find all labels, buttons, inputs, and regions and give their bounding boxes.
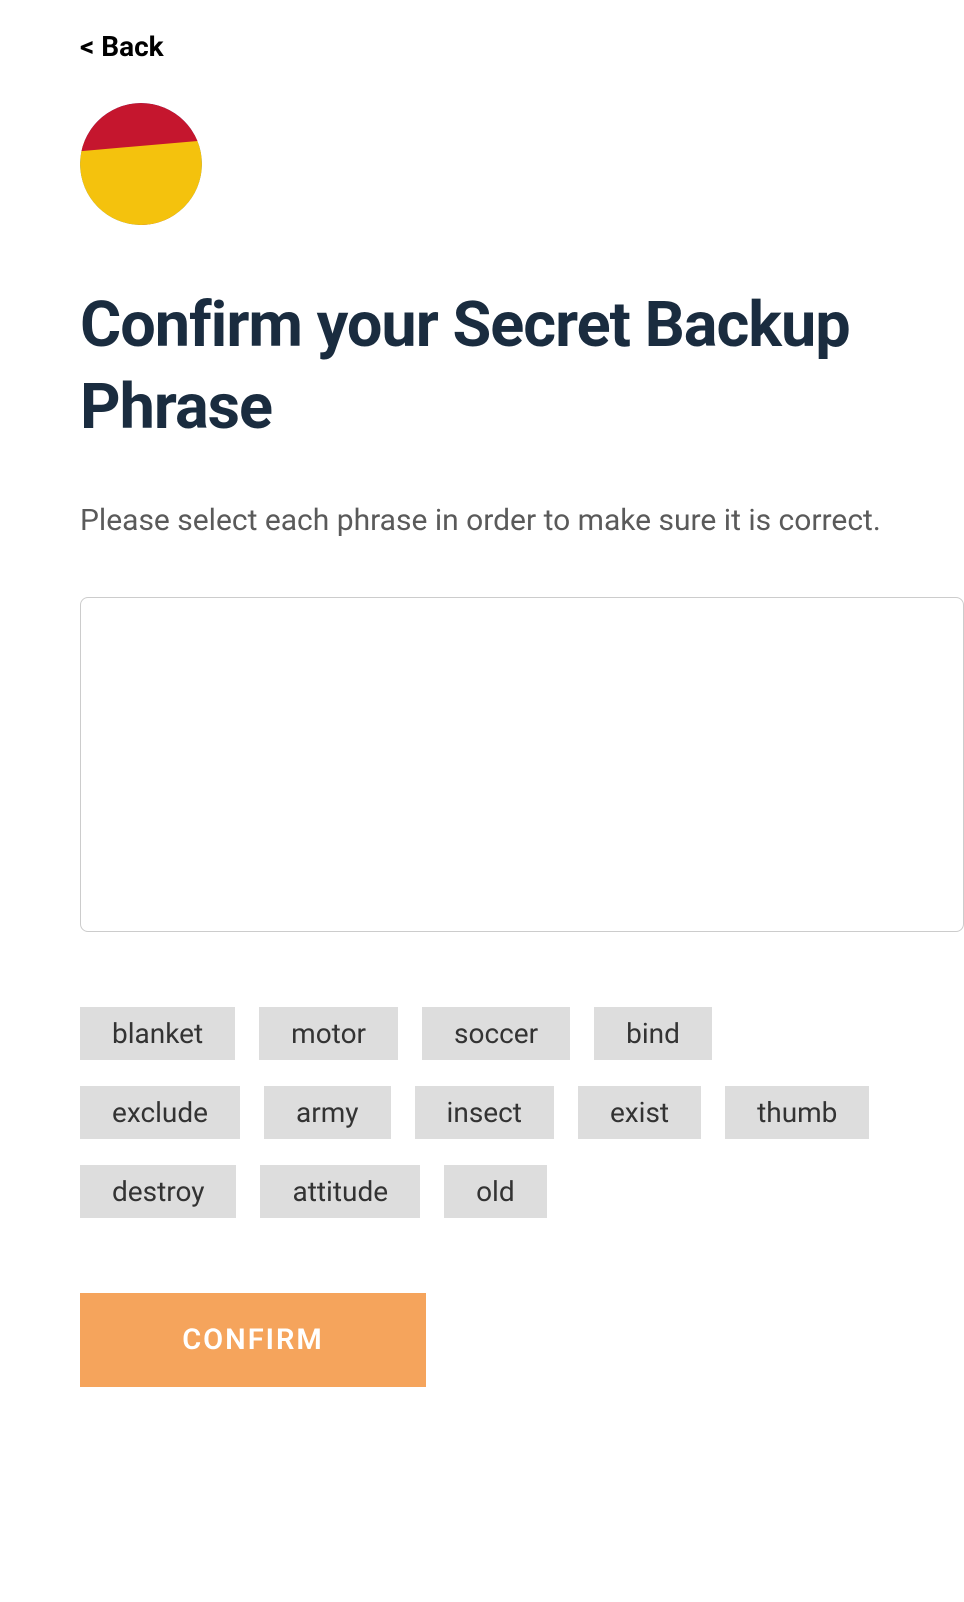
app-logo <box>80 103 202 225</box>
word-chip[interactable]: thumb <box>725 1086 869 1139</box>
word-chip[interactable]: exist <box>578 1086 701 1139</box>
page-title: Confirm your Secret Backup Phrase <box>80 285 884 449</box>
confirm-button[interactable]: CONFIRM <box>80 1293 426 1387</box>
selected-phrase-box[interactable] <box>80 597 964 932</box>
word-chip[interactable]: destroy <box>80 1165 236 1218</box>
word-chip[interactable]: old <box>444 1165 547 1218</box>
page-description: Please select each phrase in order to ma… <box>80 499 884 543</box>
word-chip[interactable]: soccer <box>422 1007 570 1060</box>
logo-icon <box>80 103 202 225</box>
word-chip[interactable]: exclude <box>80 1086 240 1139</box>
word-selection-grid: blanket motor soccer bind exclude army i… <box>80 1007 884 1218</box>
word-chip[interactable]: insect <box>415 1086 554 1139</box>
word-chip[interactable]: bind <box>594 1007 712 1060</box>
back-link[interactable]: < Back <box>80 30 164 63</box>
word-chip[interactable]: attitude <box>260 1165 420 1218</box>
word-chip[interactable]: blanket <box>80 1007 235 1060</box>
word-chip[interactable]: motor <box>259 1007 398 1060</box>
word-chip[interactable]: army <box>264 1086 391 1139</box>
